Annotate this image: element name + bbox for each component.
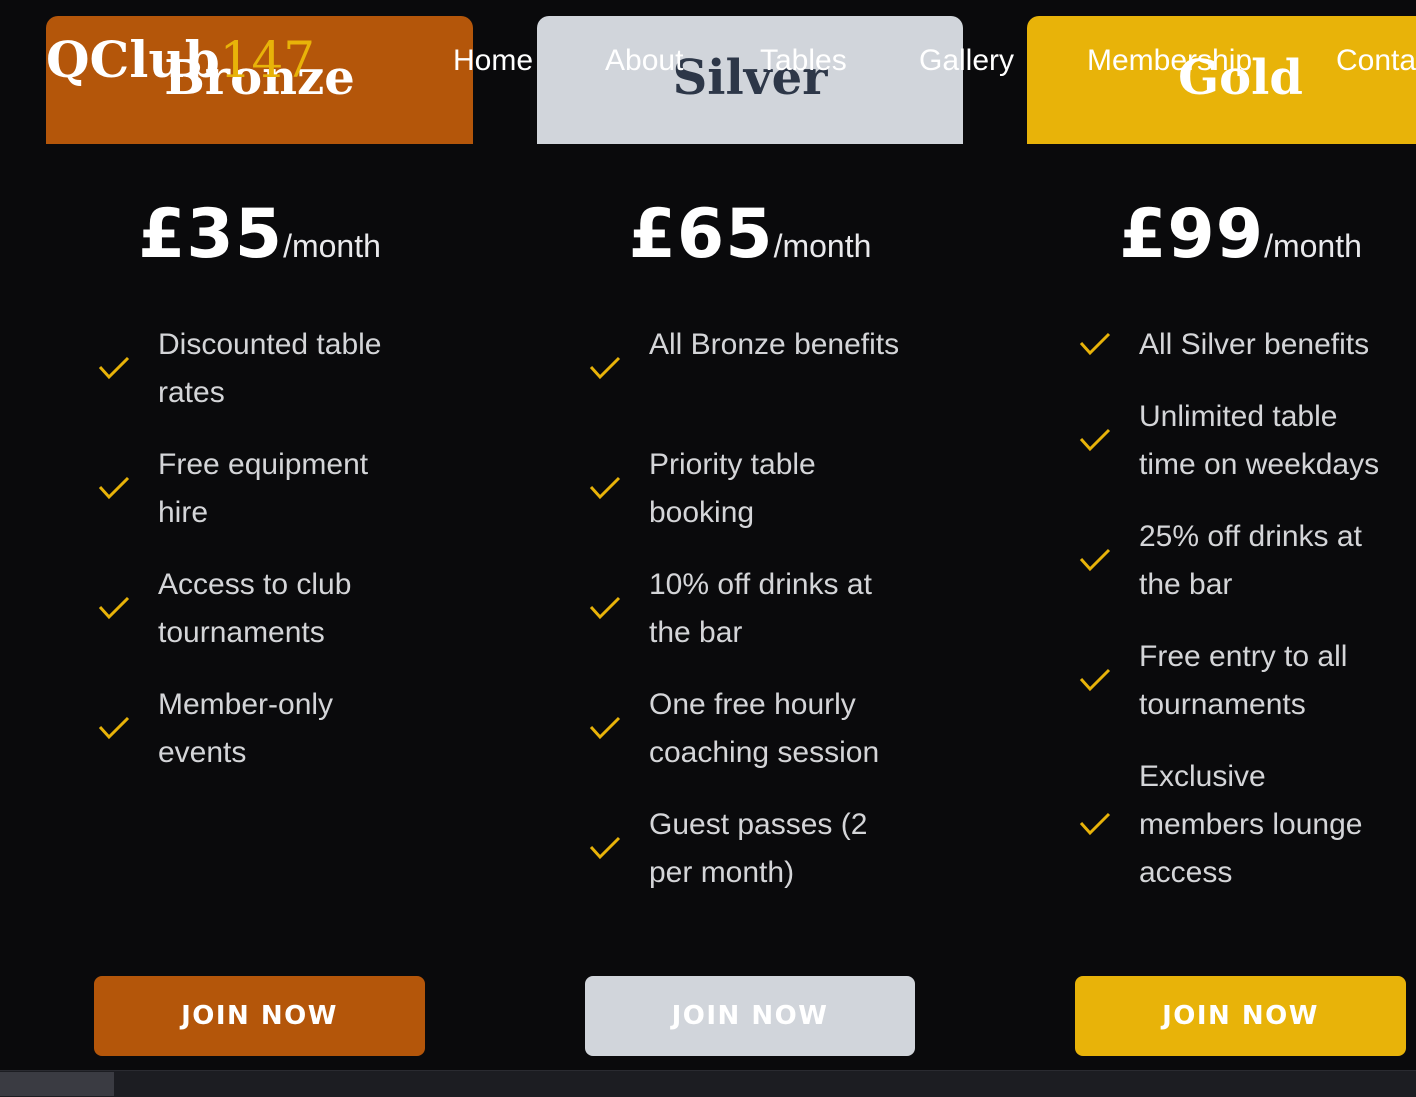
scrollbar-thumb[interactable] xyxy=(0,1072,114,1096)
check-icon xyxy=(98,716,130,740)
check-icon xyxy=(98,596,130,620)
nav-home[interactable]: Home xyxy=(453,40,533,82)
check-icon xyxy=(589,836,621,860)
join-now-button-silver[interactable]: JOIN NOW xyxy=(585,976,915,1056)
nav-gallery[interactable]: Gallery xyxy=(919,40,1014,82)
check-icon xyxy=(589,356,621,380)
plan-card-bronze: Bronze £35/month Discounted table rates … xyxy=(46,0,473,1070)
feature-item: 10% off drinks at the bar xyxy=(649,568,872,649)
feature-item: Free equipment hire xyxy=(158,448,369,529)
join-now-button-gold[interactable]: JOIN NOW xyxy=(1075,976,1406,1056)
plan-title: Silver xyxy=(672,50,828,106)
check-icon xyxy=(1079,812,1111,836)
check-icon xyxy=(589,596,621,620)
feature-item: Free entry to all tournaments xyxy=(1139,640,1348,721)
plan-price: £35/month xyxy=(46,190,473,280)
feature-item: Unlimited table time on weekdays xyxy=(1139,400,1380,481)
feature-item: Exclusive members lounge access xyxy=(1139,760,1363,889)
nav-contact[interactable]: Conta xyxy=(1336,40,1416,82)
plan-price: £65/month xyxy=(537,190,963,280)
plan-price: £99/month xyxy=(1027,190,1416,280)
nav-about[interactable]: About xyxy=(605,40,683,82)
feature-item: 25% off drinks at the bar xyxy=(1139,520,1362,601)
feature-item: One free hourly coaching session xyxy=(649,688,880,769)
logo-text: QClub xyxy=(46,30,220,89)
price-amount: £99 xyxy=(1119,195,1265,274)
join-now-button-bronze[interactable]: JOIN NOW xyxy=(94,976,425,1056)
feature-item: Access to club tournaments xyxy=(158,568,352,649)
feature-item: Discounted table rates xyxy=(158,328,382,409)
price-period: /month xyxy=(283,228,381,264)
price-amount: £65 xyxy=(628,195,774,274)
check-icon xyxy=(1079,332,1111,356)
plan-card-gold: Gold £99/month All Silver benefits Unlim… xyxy=(1027,0,1416,1070)
check-icon xyxy=(589,716,621,740)
check-icon xyxy=(1079,428,1111,452)
feature-item: Priority table booking xyxy=(649,448,816,529)
site-logo[interactable]: QClub147 xyxy=(46,30,315,90)
plan-card-silver: Silver £65/month All Bronze benefits Pri… xyxy=(537,0,963,1070)
feature-item: All Bronze benefits xyxy=(649,328,900,361)
logo-number: 147 xyxy=(219,31,316,89)
check-icon xyxy=(1079,548,1111,572)
feature-item: Member-only events xyxy=(158,688,334,769)
check-icon xyxy=(98,476,130,500)
nav-tables[interactable]: Tables xyxy=(760,40,847,82)
price-period: /month xyxy=(1264,228,1362,264)
feature-item: Guest passes (2 per month) xyxy=(649,808,868,889)
check-icon xyxy=(98,356,130,380)
nav-membership[interactable]: Membership xyxy=(1087,40,1252,82)
check-icon xyxy=(589,476,621,500)
feature-item: All Silver benefits xyxy=(1139,328,1370,361)
horizontal-scrollbar[interactable] xyxy=(0,1070,1416,1097)
price-period: /month xyxy=(773,228,872,264)
check-icon xyxy=(1079,668,1111,692)
price-amount: £35 xyxy=(138,195,284,274)
